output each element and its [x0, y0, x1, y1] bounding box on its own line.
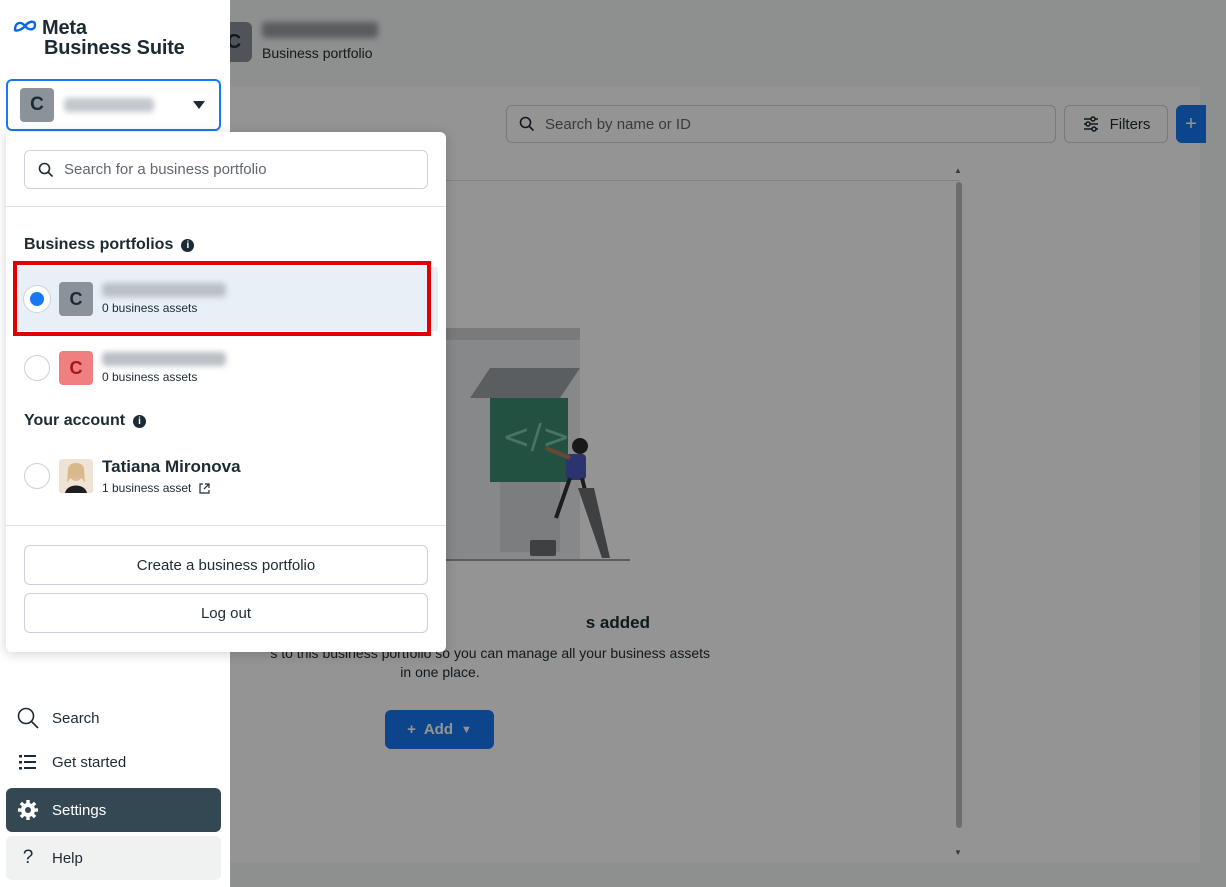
logo-line-business-suite: Business Suite: [44, 37, 185, 59]
sidebar-item-get-started[interactable]: Get started: [6, 740, 221, 784]
section-title-text: Business portfolios: [24, 236, 174, 253]
radio-button[interactable]: [24, 463, 50, 489]
divider: [6, 206, 446, 207]
current-portfolio-avatar: C: [20, 88, 54, 122]
logo-line-meta: Meta: [42, 17, 87, 39]
account-name: Tatiana Mironova: [102, 457, 241, 476]
sidebar-item-label: Settings: [52, 801, 107, 819]
portfolio-name-redacted: [102, 352, 226, 366]
account-option[interactable]: Tatiana Mironova 1 business asset: [14, 444, 438, 508]
portfolio-switcher[interactable]: C: [6, 79, 221, 131]
your-account-heading: Your account i: [24, 412, 147, 430]
section-title-text: Your account: [24, 412, 126, 429]
user-avatar: [59, 459, 93, 493]
external-link-icon[interactable]: [199, 482, 210, 494]
log-out-button[interactable]: Log out: [24, 593, 428, 633]
caret-down-icon: [193, 101, 205, 109]
portfolio-dropdown: Search for a business portfolio Business…: [6, 132, 446, 652]
gear-icon: [18, 800, 38, 820]
meta-infinity-icon: [13, 20, 37, 32]
sidebar-item-help[interactable]: ? Help: [6, 836, 221, 880]
search-icon: [17, 707, 39, 729]
sidebar-item-search[interactable]: Search: [6, 696, 221, 740]
business-portfolios-heading: Business portfolios i: [24, 236, 195, 254]
current-portfolio-name-redacted: [64, 98, 154, 112]
meta-business-suite-logo[interactable]: Meta Business Suite: [12, 18, 185, 58]
info-icon[interactable]: i: [133, 414, 147, 428]
sidebar-item-label: Get started: [52, 753, 127, 771]
selection-highlight-annotation: [13, 261, 431, 336]
create-business-portfolio-button[interactable]: Create a business portfolio: [24, 545, 428, 585]
portfolio-avatar: C: [59, 351, 93, 385]
info-icon[interactable]: i: [181, 238, 195, 252]
portfolio-option-2[interactable]: C 0 business assets: [14, 336, 438, 400]
account-asset-count: 1 business asset: [102, 481, 241, 495]
divider: [6, 525, 446, 526]
account-text: Tatiana Mironova 1 business asset: [102, 457, 241, 495]
user-photo-icon: [59, 459, 93, 493]
portfolio-search-input[interactable]: Search for a business portfolio: [24, 150, 428, 189]
radio-button[interactable]: [24, 355, 50, 381]
sidebar-item-label: Help: [52, 849, 83, 867]
sidebar-item-label: Search: [52, 709, 100, 727]
account-asset-count-text: 1 business asset: [102, 481, 192, 495]
portfolio-search-placeholder: Search for a business portfolio: [64, 161, 267, 178]
question-mark-icon: ?: [22, 847, 34, 868]
search-icon: [38, 162, 54, 177]
sidebar-nav: Search Get started Settings ? Help: [6, 696, 221, 880]
list-icon: [19, 755, 36, 770]
sidebar-item-settings[interactable]: Settings: [6, 788, 221, 832]
portfolio-asset-count: 0 business assets: [102, 370, 198, 384]
portfolio-text: 0 business assets: [102, 352, 226, 384]
